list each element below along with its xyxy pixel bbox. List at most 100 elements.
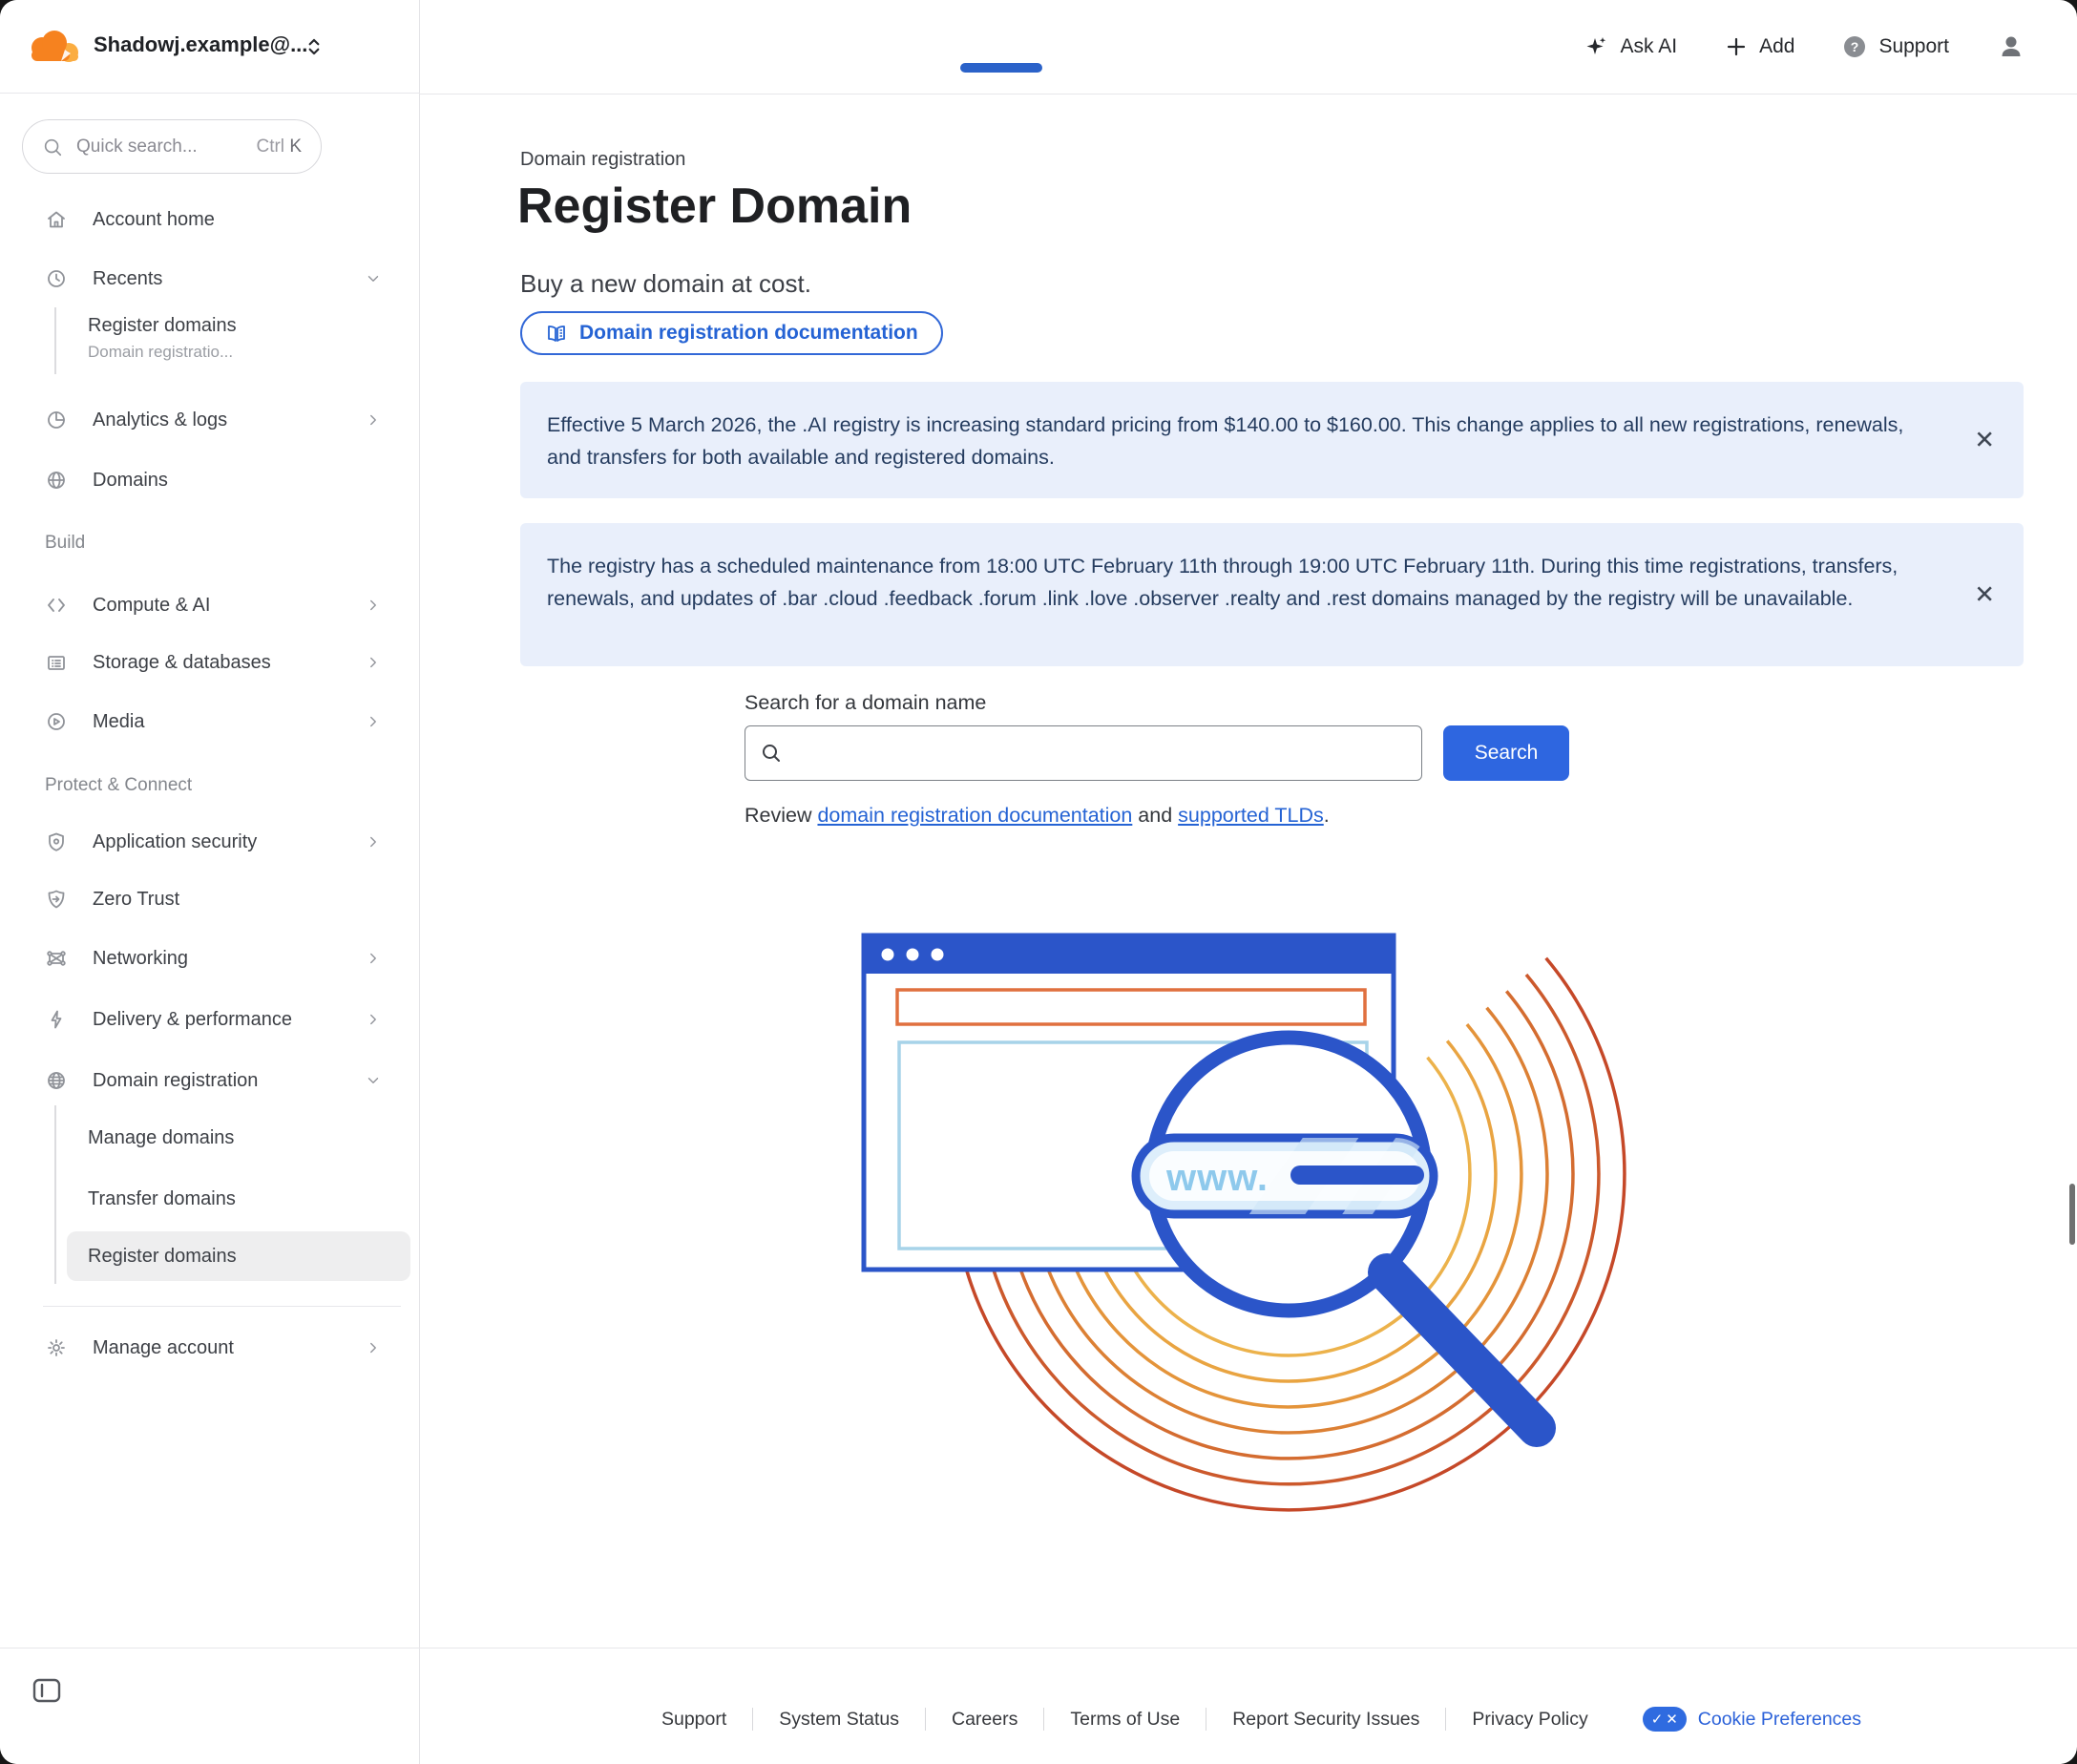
question-circle-icon: ? [1842,34,1867,59]
domain-search-input[interactable] [745,725,1422,781]
sidebar-item-recent-register-domains[interactable]: Register domains Domain registratio... [88,315,403,362]
sidebar-item-networking[interactable]: Networking [0,937,420,979]
sidebar-item-label: Transfer domains [88,1188,236,1210]
chevron-right-icon [365,713,382,730]
sidebar-item-zero-trust[interactable]: Zero Trust [0,878,420,920]
chevron-right-icon [365,833,382,850]
collapse-sidebar-button[interactable] [32,1678,61,1703]
chevron-right-icon [365,950,382,967]
shield-arrow-icon [45,888,68,911]
plus-icon [1725,35,1748,58]
supported-tlds-link[interactable]: supported TLDs [1178,804,1324,827]
sidebar-item-label: Domains [93,470,168,492]
sidebar-item-delivery-performance[interactable]: Delivery & performance [0,998,420,1040]
scrollbar-thumb[interactable] [2069,1184,2075,1245]
sidebar-item-recents[interactable]: Recents [0,258,420,300]
support-button[interactable]: ? Support [1842,34,1949,59]
sidebar-item-label: Account home [93,209,215,231]
sidebar-item-label: Storage & databases [93,652,271,674]
house-icon [45,208,68,231]
sidebar-item-label: Zero Trust [93,889,179,911]
footer-link-terms-of-use[interactable]: Terms of Use [1044,1709,1206,1731]
sidebar-item-domain-registration[interactable]: Domain registration [0,1060,420,1102]
shortcut-key: K [289,136,302,157]
chevron-right-icon [365,411,382,429]
sidebar-item-compute-ai[interactable]: Compute & AI [0,584,420,626]
review-suffix: . [1324,804,1330,827]
page-title: Register Domain [517,178,912,235]
sidebar-item-storage-databases[interactable]: Storage & databases [0,641,420,683]
close-icon[interactable]: ✕ [1974,426,1995,455]
chevron-down-icon [365,1072,382,1089]
add-button[interactable]: Add [1725,35,1794,58]
close-icon[interactable]: ✕ [1974,580,1995,610]
support-label: Support [1878,35,1949,58]
sidebar-item-media[interactable]: Media [0,701,420,743]
footer-link-system-status[interactable]: System Status [753,1709,925,1731]
gear-icon [45,1336,68,1359]
sidebar-item-label: Analytics & logs [93,410,227,431]
documentation-link-label: Domain registration documentation [579,322,918,345]
review-help-text: Review domain registration documentation… [745,804,1330,828]
sidebar-item-account-home[interactable]: Account home [0,199,420,241]
sidebar-item-application-security[interactable]: Application security [0,821,420,863]
play-circle-icon [45,710,68,733]
sidebar-item-register-domains[interactable]: Register domains [0,1235,420,1277]
sidebar-item-manage-domains[interactable]: Manage domains [0,1117,420,1159]
footer-link-report-security-issues[interactable]: Report Security Issues [1206,1709,1445,1731]
network-icon [45,947,68,970]
domain-search-label: Search for a domain name [745,691,986,715]
globe-icon [45,1069,68,1092]
search-button[interactable]: Search [1443,725,1569,781]
sidebar-item-manage-account[interactable]: Manage account [0,1327,420,1369]
shortcut-ctrl: Ctrl [256,136,284,157]
sidebar-item-analytics-logs[interactable]: Analytics & logs [0,399,420,441]
www-text: www. [1165,1157,1269,1199]
sidebar-item-subtitle: Domain registratio... [88,343,403,362]
documentation-link[interactable]: domain registration documentation [817,804,1132,827]
globe-icon [45,469,68,492]
breadcrumb: Domain registration [520,149,685,171]
user-icon [1997,32,2025,61]
sidebar-item-label: Domain registration [93,1070,258,1092]
page-subtitle: Buy a new domain at cost. [520,269,811,299]
chevron-down-icon [365,270,382,287]
top-scroll-indicator [960,63,1042,73]
sidebar-item-label: Register domains [88,1246,237,1268]
cookie-preferences-button[interactable]: ✓✕ Cookie Preferences [1643,1707,1861,1732]
domain-search-illustration: www. [830,916,1642,1585]
cloudflare-logo-icon [23,25,84,69]
notice-banner-ai-pricing: Effective 5 March 2026, the .AI registry… [520,382,2024,498]
svg-text:?: ? [1851,39,1859,54]
panel-collapse-icon [32,1678,61,1703]
notice-banner-maintenance: The registry has a scheduled maintenance… [520,523,2024,666]
review-prefix: Review [745,804,817,827]
footer-link-support[interactable]: Support [636,1709,752,1731]
cookie-preferences-label: Cookie Preferences [1698,1709,1861,1731]
sidebar-item-domains[interactable]: Domains [0,459,420,501]
account-switcher[interactable]: Shadowj.example@... [0,0,420,94]
ask-ai-button[interactable]: Ask AI [1584,34,1678,59]
x-glyph: ✕ [1666,1711,1678,1728]
documentation-link-button[interactable]: Domain registration documentation [520,311,943,355]
book-icon [545,322,568,345]
sidebar-item-label: Application security [93,831,257,853]
footer-link-privacy-policy[interactable]: Privacy Policy [1446,1709,1613,1731]
user-menu-button[interactable] [1997,32,2025,61]
sidebar-item-label: Manage domains [88,1127,234,1149]
unfold-icon[interactable] [302,34,326,59]
footer: Support System Status Careers Terms of U… [420,1691,2077,1747]
code-icon [45,594,68,617]
add-label: Add [1759,35,1794,58]
sidebar-item-label: Manage account [93,1337,234,1359]
sidebar-item-label: Delivery & performance [93,1009,292,1031]
cloudflare-dashboard: Shadowj.example@... Quick search... Ctrl… [0,0,2077,1764]
pie-chart-icon [45,409,68,431]
quick-search-input[interactable]: Quick search... Ctrl K [22,119,322,174]
footer-link-careers[interactable]: Careers [926,1709,1043,1731]
account-name: Shadowj.example@... [94,32,307,57]
search-icon [42,136,63,158]
sidebar-item-transfer-domains[interactable]: Transfer domains [0,1178,420,1220]
check-glyph: ✓ [1651,1711,1664,1728]
sidebar-item-label: Register domains [88,315,403,337]
